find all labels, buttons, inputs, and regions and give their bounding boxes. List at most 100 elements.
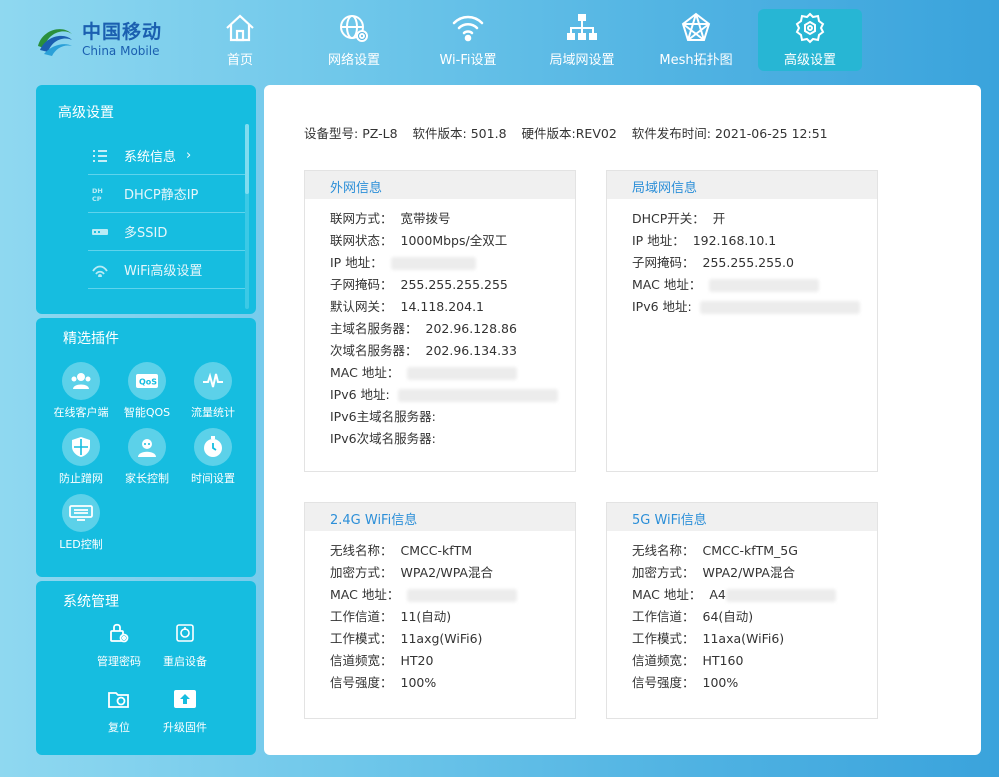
wifi5-info-title: 5G WiFi信息 (607, 503, 877, 531)
info-key: MAC 地址： (330, 587, 400, 602)
sidebar-item-dhcp-static-ip[interactable]: DH CP DHCP静态IP (88, 175, 246, 213)
plugin-label: 家长控制 (125, 472, 169, 485)
brand-name-cn: 中国移动 (82, 21, 163, 43)
sidebar-scrollbar[interactable] (245, 124, 249, 309)
info-key: MAC 地址： (632, 587, 702, 602)
info-key: DHCP开关： (632, 211, 705, 226)
redacted-value (709, 279, 820, 292)
info-value: WPA2/WPA混合 (400, 565, 493, 580)
info-key: 次域名服务器： (330, 343, 418, 358)
clock-icon (194, 428, 232, 466)
plugin-parental-control[interactable]: 家长控制 (114, 428, 180, 494)
svg-text:DH: DH (92, 187, 103, 195)
sidebar-item-wifi-advanced[interactable]: WiFi高级设置 (88, 251, 246, 289)
system-upgrade-firmware[interactable]: 升级固件 (152, 687, 218, 753)
wifi24-info-title: 2.4G WiFi信息 (305, 503, 575, 531)
list-icon (90, 148, 110, 164)
info-row: 联网状态： 1000Mbps/全双工 (330, 230, 575, 252)
plugins-grid: 在线客户端 QoS 智能QOS 流量统计 防止蹭网 家长控制 时间设置 LED控… (48, 362, 248, 560)
info-value: 1000Mbps/全双工 (400, 233, 508, 248)
sidebar-item-multi-ssid[interactable]: 多SSID (88, 213, 246, 251)
plugin-anti-freeload[interactable]: 防止蹭网 (48, 428, 114, 494)
info-row: 默认网关： 14.118.204.1 (330, 296, 575, 318)
nav-mesh-topology[interactable]: Mesh拓扑图 (644, 9, 748, 71)
info-key: 信号强度： (632, 675, 695, 690)
info-row: 无线名称： CMCC-kfTM (330, 540, 575, 562)
info-key: 联网方式： (330, 211, 393, 226)
system-restart-device[interactable]: 重启设备 (152, 621, 218, 687)
traffic-icon (194, 362, 232, 400)
info-value: CMCC-kfTM_5G (702, 543, 798, 558)
hardware-version-value: REV02 (575, 126, 617, 141)
sidebar-system-title: 系统管理 (63, 594, 119, 610)
plugin-traffic-stats[interactable]: 流量统计 (180, 362, 246, 428)
info-row: IPv6主域名服务器: (330, 406, 575, 428)
plugin-label: 在线客户端 (53, 406, 109, 419)
info-key: 工作模式： (632, 631, 695, 646)
system-label: 升级固件 (163, 721, 207, 734)
info-key: 加密方式： (632, 565, 695, 580)
parental-icon (128, 428, 166, 466)
plugin-time-settings[interactable]: 时间设置 (180, 428, 246, 494)
nav-network-settings[interactable]: 网络设置 (302, 9, 406, 71)
info-value: 192.168.10.1 (692, 233, 777, 248)
redacted-value (725, 589, 836, 602)
info-row: 信道频宽： HT20 (330, 650, 575, 672)
info-key: MAC 地址： (330, 365, 400, 380)
system-reset[interactable]: 复位 (86, 687, 152, 753)
info-value: WPA2/WPA混合 (702, 565, 795, 580)
sidebar-item-system-info[interactable]: 系统信息 › (88, 137, 246, 175)
nav-advanced-settings[interactable]: 高级设置 (758, 9, 862, 71)
wan-info-title: 外网信息 (305, 171, 575, 199)
wifi24-info-card: 2.4G WiFi信息 无线名称： CMCC-kfTM 加密方式： WPA2/WPA混… (304, 502, 576, 719)
info-key: 联网状态： (330, 233, 393, 248)
nav-lan-settings[interactable]: 局域网设置 (530, 9, 634, 71)
info-key: 信号强度： (330, 675, 393, 690)
info-row: 次域名服务器： 202.96.134.33 (330, 340, 575, 362)
nav-home[interactable]: 首页 (188, 9, 292, 71)
plugin-led-control[interactable]: LED控制 (48, 494, 114, 560)
info-key: IPv6次域名服务器: (330, 431, 436, 446)
sidebar-plugins-panel: 精选插件 在线客户端 QoS 智能QOS 流量统计 防止蹭网 家长控制 时间设置… (36, 318, 256, 577)
info-key: 信道频宽： (330, 653, 393, 668)
info-row: IPv6 地址: (632, 296, 877, 318)
info-key: 工作信道： (632, 609, 695, 624)
led-icon (62, 494, 100, 532)
system-label: 复位 (108, 721, 130, 734)
sidebar-item-label: 系统信息 (124, 150, 177, 165)
sidebar-scroll-thumb[interactable] (245, 124, 249, 194)
wifi-icon (452, 15, 484, 42)
nav-label: 高级设置 (783, 53, 836, 68)
info-row: 工作信道： 64(自动) (632, 606, 877, 628)
plugin-label: 时间设置 (191, 472, 235, 485)
lan-info-card: 局域网信息 DHCP开关： 开 IP 地址： 192.168.10.1 子网掩码： 255… (606, 170, 878, 472)
globe-gear-icon (340, 15, 368, 42)
release-time-label: 软件发布时间: (631, 126, 711, 141)
brand-name-en: China Mobile (82, 44, 160, 58)
info-key: IPv6 地址: (632, 299, 692, 314)
system-label: 重启设备 (163, 655, 207, 668)
clients-icon (62, 362, 100, 400)
nav-wifi-settings[interactable]: Wi-Fi设置 (416, 9, 520, 71)
software-version-label: 软件版本: (412, 126, 467, 141)
main-panel: 设备型号: PZ-L8 软件版本: 501.8 硬件版本:REV02 软件发布时间:… (264, 85, 981, 755)
software-version: 软件版本: 501.8 (413, 126, 507, 141)
info-value: 255.255.255.0 (702, 255, 794, 270)
info-row: 信号强度： 100% (330, 672, 575, 694)
qos-icon: QoS (128, 362, 166, 400)
info-value: 11(自动) (400, 609, 452, 624)
plugin-online-clients[interactable]: 在线客户端 (48, 362, 114, 428)
info-key: IP 地址： (632, 233, 685, 248)
upgrade-icon (173, 687, 197, 711)
info-key: 子网掩码： (330, 277, 393, 292)
info-key: 无线名称： (330, 543, 393, 558)
info-value: 14.118.204.1 (400, 299, 485, 314)
plugin-smart-qos[interactable]: QoS 智能QOS (114, 362, 180, 428)
info-value: 202.96.128.86 (425, 321, 517, 336)
info-key: MAC 地址： (632, 277, 702, 292)
sidebar-advanced-title: 高级设置 (58, 105, 114, 121)
system-admin-password[interactable]: 管理密码 (86, 621, 152, 687)
device-model-value: PZ-L8 (362, 126, 398, 141)
plugin-label: 智能QOS (123, 406, 171, 419)
info-row: IPv6次域名服务器: (330, 428, 575, 450)
